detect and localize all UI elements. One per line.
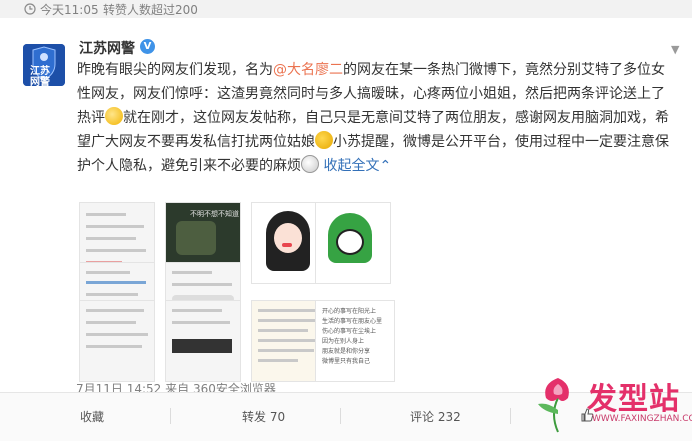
thumbnail-text-line: 伤心的事写在尘埃上 bbox=[322, 328, 377, 335]
forward-button[interactable]: 转发 70 bbox=[242, 408, 285, 425]
divider bbox=[510, 408, 511, 424]
collapse-full-text-link[interactable]: 收起全文 bbox=[323, 158, 379, 174]
avatar-text-bottom: 网警 bbox=[30, 77, 50, 86]
chevron-down-icon[interactable]: ▼ bbox=[671, 43, 679, 56]
mention-link[interactable]: @大名廖二 bbox=[273, 62, 343, 78]
thumbnail-text-line: 微博里只有我自己 bbox=[322, 358, 371, 365]
thumbnail-10[interactable] bbox=[165, 300, 241, 382]
thumbnail-8[interactable]: 开心的事写在阳光上 生活的事写在朋友心里 伤心的事写在尘埃上 因为在别人身上 朋… bbox=[315, 300, 395, 382]
watermark-text: 发型站 bbox=[587, 382, 680, 417]
clock-icon bbox=[24, 3, 36, 15]
flower-logo-icon bbox=[538, 378, 569, 433]
divider bbox=[170, 408, 171, 424]
verified-badge-icon: V bbox=[140, 39, 155, 54]
collect-button[interactable]: 收藏 bbox=[80, 408, 104, 425]
post-text: 昨晚有眼尖的网友们发现，名为@大名廖二的网友在某一条热门微博下，竟然分别艾特了多… bbox=[77, 58, 677, 178]
forward-like-count: 转赞人数超过200 bbox=[103, 3, 198, 17]
avatar[interactable]: 江苏 网警 bbox=[23, 44, 65, 86]
post-segment-1: 昨晚有眼尖的网友们发现，名为 bbox=[77, 62, 273, 78]
watermark-url: WWW.FAXINGZHAN.COM bbox=[592, 414, 692, 424]
thumbnail-4[interactable] bbox=[315, 202, 391, 284]
comment-button[interactable]: 评论 232 bbox=[410, 408, 461, 425]
cat-emoji-icon bbox=[315, 131, 333, 149]
thumbnail-caption: 不明不想不知道 bbox=[190, 210, 239, 218]
thumbnail-9[interactable] bbox=[79, 300, 155, 382]
thumbnail-text-line: 生活的事写在朋友心里 bbox=[322, 318, 383, 325]
post-time-label: 今天11:05 bbox=[40, 3, 99, 17]
laughing-emoji-icon bbox=[105, 107, 123, 125]
thumbnail-text-line: 朋友就是和你分享 bbox=[322, 348, 371, 355]
header-bar: 今天11:05 转赞人数超过200 bbox=[0, 0, 692, 18]
watermark: 发型站 WWW.FAXINGZHAN.COM bbox=[532, 372, 692, 440]
image-grid: 不明不想不知道 开心的事写在阳光上 生活的事写在朋友心里 伤心的事写在尘埃上 因… bbox=[79, 202, 549, 390]
chevron-up-icon[interactable]: ⌃ bbox=[379, 158, 391, 174]
thumbnail-text-line: 开心的事写在阳光上 bbox=[322, 308, 377, 315]
divider bbox=[340, 408, 341, 424]
account-name[interactable]: 江苏网警 bbox=[79, 38, 135, 58]
thumbnail-text-line: 因为在别人身上 bbox=[322, 338, 365, 345]
wink-emoji-icon bbox=[301, 155, 319, 173]
